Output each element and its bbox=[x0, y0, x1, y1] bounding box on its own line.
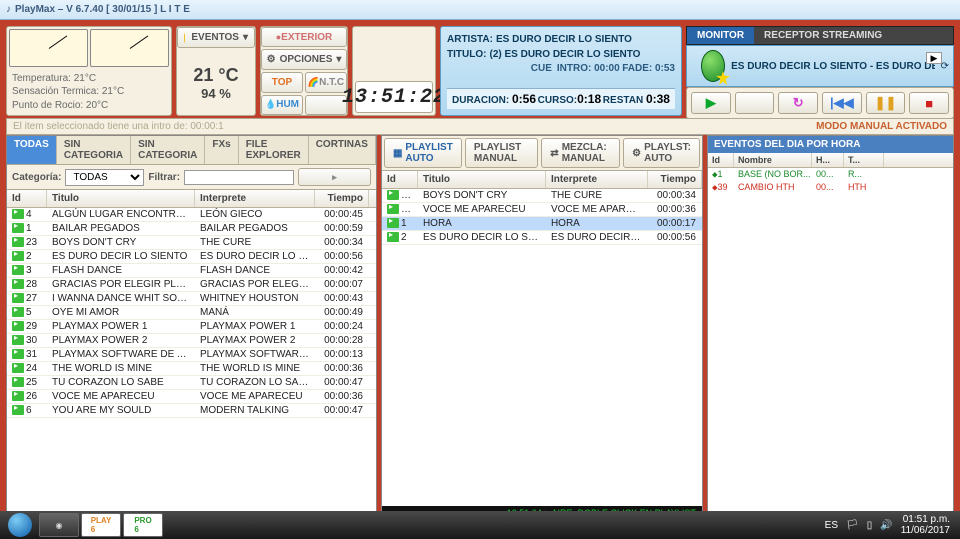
playlist-pane: ▦ PLAYLIST AUTO PLAYLIST MANUAL ⇄ MEZCLA… bbox=[381, 135, 703, 521]
loop-button[interactable]: ↻ bbox=[778, 92, 818, 114]
table-row[interactable]: 27I WANNA DANCE WHIT SOME...WHITNEY HOUS… bbox=[7, 292, 376, 306]
table-row[interactable]: 29PLAYMAX POWER 1PLAYMAX POWER 100:00:24 bbox=[7, 320, 376, 334]
category-select[interactable]: TODAS bbox=[65, 169, 144, 186]
tray-lang[interactable]: ES bbox=[825, 520, 838, 531]
tab-cortinas[interactable]: CORTINAS bbox=[309, 136, 376, 164]
table-row[interactable]: 2ES DURO DECIR LO SIENTOES DURO DECIR LO… bbox=[382, 231, 702, 245]
previous-button[interactable]: |◀◀ bbox=[822, 92, 862, 114]
table-row[interactable]: 23BOYS DON'T CRYTHE CURE00:00:34 bbox=[382, 189, 702, 203]
tab-todas[interactable]: TODAS bbox=[7, 136, 57, 164]
monitor-tab[interactable]: MONITOR bbox=[687, 27, 754, 44]
play-button[interactable]: ▶ bbox=[691, 92, 731, 114]
windows-taskbar[interactable]: ◉ PLAY6 PRO6 ES 🏳 ▯ 🔊 01:51 p.m.11/06/20… bbox=[0, 511, 960, 539]
table-row[interactable]: 28GRACIAS POR ELEGIR PLAYM...GRACIAS POR… bbox=[7, 278, 376, 292]
weather-temperature: Temperatura: 21°C bbox=[12, 72, 166, 86]
tray-sound-icon[interactable]: 🔊 bbox=[880, 520, 892, 531]
table-row[interactable]: 26VOCE ME APARECEUVOCE ME APARECEU00:00:… bbox=[7, 390, 376, 404]
mode-indicator: MODO MANUAL ACTIVADO bbox=[816, 121, 947, 132]
col-id[interactable]: Id bbox=[7, 190, 47, 207]
weather-sensation: Sensación Termica: 21°C bbox=[12, 85, 166, 99]
tab-plst-auto[interactable]: ⚙ PLAYLST: AUTO bbox=[623, 138, 700, 168]
table-row[interactable]: 5OYE MI AMORMANÁ00:00:49 bbox=[7, 306, 376, 320]
np-artist: ES DURO DECIR LO SIENTO bbox=[496, 34, 632, 45]
receptor-tab[interactable]: RECEPTOR STREAMING bbox=[754, 27, 892, 44]
task-pro6[interactable]: PRO6 bbox=[123, 513, 163, 537]
col-tiempo[interactable]: Tiempo bbox=[315, 190, 369, 207]
hum-button[interactable]: 💧HUM bbox=[261, 95, 303, 115]
col-titulo[interactable]: Titulo bbox=[47, 190, 195, 207]
clock-display: 13:51:22 bbox=[355, 81, 433, 113]
stop-button[interactable]: ■ bbox=[909, 92, 949, 114]
col-interprete[interactable]: Interprete bbox=[195, 190, 315, 207]
tab-sin-categoria-2[interactable]: SIN CATEGORIA bbox=[131, 136, 205, 164]
tab-mezcla[interactable]: ⇄ MEZCLA: MANUAL bbox=[541, 138, 620, 168]
events-pane: EVENTOS DEL DIA POR HORA Id Nombre H... … bbox=[707, 135, 954, 521]
coming-up-text: ES DURO DECIR LO SIENTO - ES DURO DECIR … bbox=[731, 61, 935, 72]
next-track-arrow[interactable]: ▶ bbox=[926, 52, 942, 64]
table-row[interactable]: 23BOYS DON'T CRYTHE CURE00:00:34 bbox=[7, 236, 376, 250]
filter-input[interactable] bbox=[184, 170, 294, 185]
task-chrome[interactable]: ◉ bbox=[39, 513, 79, 537]
np-cursor: 0:18 bbox=[577, 92, 601, 106]
table-row[interactable]: 25TU CORAZON LO SABETU CORAZON LO SABE00… bbox=[7, 376, 376, 390]
tray-network-icon[interactable]: ▯ bbox=[867, 520, 873, 531]
table-row[interactable]: 30PLAYMAX POWER 2PLAYMAX POWER 200:00:28 bbox=[7, 334, 376, 348]
now-playing-panel: ARTISTA: ES DURO DECIR LO SIENTO TITULO:… bbox=[440, 26, 682, 116]
table-row[interactable]: 24THE WORLD IS MINETHE WORLD IS MINE00:0… bbox=[7, 362, 376, 376]
weather-dewpoint: Punto de Rocio: 20°C bbox=[12, 99, 166, 113]
humidity-big: 94 % bbox=[201, 86, 231, 101]
tab-file-explorer[interactable]: FILE EXPLORER bbox=[239, 136, 309, 164]
start-button[interactable] bbox=[2, 511, 38, 539]
tray-flag-icon[interactable]: 🏳 bbox=[846, 520, 859, 531]
exterior-button[interactable]: ●EXTERIOR bbox=[261, 27, 347, 47]
tab-fxs[interactable]: FXs bbox=[205, 136, 238, 164]
blank-button[interactable] bbox=[305, 95, 347, 115]
table-row[interactable]: 3FLASH DANCEFLASH DANCE00:00:42 bbox=[7, 264, 376, 278]
tray-clock[interactable]: 01:51 p.m.11/06/2017 bbox=[901, 514, 950, 536]
status-bar: El item seleccionado tiene una intro de:… bbox=[6, 118, 954, 135]
tab-playlist-manual[interactable]: PLAYLIST MANUAL bbox=[465, 138, 538, 168]
window-titlebar: ♪ PlayMax – V 6.7.40 [ 30/01/15 ] L I T … bbox=[0, 0, 960, 20]
np-remaining: 0:38 bbox=[646, 92, 670, 106]
temperature-big: 21 °C bbox=[193, 65, 238, 86]
np-title: (2) ES DURO DECIR LO SIENTO bbox=[490, 49, 641, 60]
table-row[interactable]: 6YOU ARE MY SOULDMODERN TALKING00:00:47 bbox=[7, 404, 376, 418]
table-row[interactable]: ⬥39CAMBIO HTH00...HTH bbox=[708, 181, 953, 194]
top-button[interactable]: TOP bbox=[261, 72, 303, 92]
table-row[interactable]: 31PLAYMAX SOFTWARE DE AUT...PLAYMAX SOFT… bbox=[7, 348, 376, 362]
vu-weather-panel: Temperatura: 21°C Sensación Termica: 21°… bbox=[6, 26, 172, 116]
library-pane: TODAS SIN CATEGORIA SIN CATEGORIA FXs FI… bbox=[6, 135, 377, 521]
table-row[interactable]: 1BAILAR PEGADOSBAILAR PEGADOS00:00:59 bbox=[7, 222, 376, 236]
vu-meter-right bbox=[90, 29, 169, 67]
table-row[interactable]: ⬥1BASE (NO BOR...00...R... bbox=[708, 168, 953, 181]
table-row[interactable]: 2ES DURO DECIR LO SIENTOES DURO DECIR LO… bbox=[7, 250, 376, 264]
filter-go-button[interactable]: ▸ bbox=[298, 168, 371, 186]
events-header: EVENTOS DEL DIA POR HORA bbox=[708, 136, 953, 153]
app-title: PlayMax – V 6.7.40 [ 30/01/15 ] L I T E bbox=[15, 4, 190, 15]
eventos-button[interactable]: EVENTOS ▾ bbox=[177, 27, 255, 48]
ntc-button[interactable]: 🌈N.T.C bbox=[305, 72, 347, 92]
app-icon: ♪ bbox=[6, 4, 11, 15]
vu-meter-left bbox=[9, 29, 88, 67]
task-play6[interactable]: PLAY6 bbox=[81, 513, 121, 537]
table-row[interactable]: 1HORAHORA00:00:17 bbox=[382, 217, 702, 231]
opciones-button[interactable]: ⚙ OPCIONES ▾ bbox=[261, 49, 347, 70]
blank-transport-button[interactable] bbox=[735, 92, 775, 114]
globe-icon bbox=[701, 50, 725, 82]
tab-playlist-auto[interactable]: ▦ PLAYLIST AUTO bbox=[384, 138, 462, 168]
table-row[interactable]: 4ALGÚN LUGAR ENCONTRARELEÓN GIECO00:00:4… bbox=[7, 208, 376, 222]
table-row[interactable]: 26VOCE ME APARECEUVOCE ME APARECEU00:00:… bbox=[382, 203, 702, 217]
np-duration: 0:56 bbox=[512, 92, 536, 106]
pause-button[interactable]: ❚❚ bbox=[866, 92, 906, 114]
tab-sin-categoria-1[interactable]: SIN CATEGORIA bbox=[57, 136, 131, 164]
